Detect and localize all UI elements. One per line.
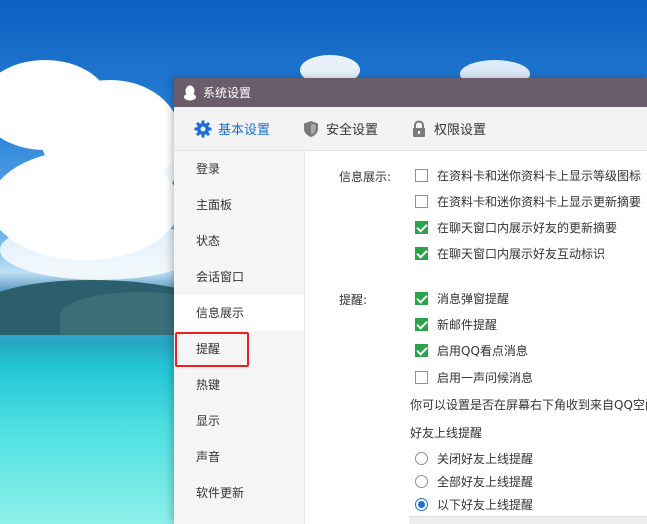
tab-security-settings[interactable]: 安全设置: [302, 119, 378, 138]
lock-icon: [410, 119, 428, 138]
checkbox[interactable]: [415, 169, 428, 182]
sidebar-item-reminder[interactable]: 提醒: [174, 331, 304, 367]
friend-online-title: 好友上线提醒: [410, 426, 483, 440]
sidebar-item-display[interactable]: 显示: [174, 403, 304, 439]
option-show-friend-update-in-chat[interactable]: 在聊天窗口内展示好友的更新摘要: [415, 219, 617, 236]
sidebar-item-main-panel[interactable]: 主面板: [174, 187, 304, 223]
option-message-popup[interactable]: 消息弹窗提醒: [415, 290, 509, 307]
qzone-hint-text: 你可以设置是否在屏幕右下角收到来自QQ空间: [410, 398, 647, 412]
option-show-update-summary-card[interactable]: 在资料卡和迷你资料卡上显示更新摘要: [415, 193, 641, 210]
option-greeting-message[interactable]: 启用一声问候消息: [415, 369, 533, 386]
radio-button[interactable]: [415, 475, 428, 488]
sidebar-item-login[interactable]: 登录: [174, 151, 304, 187]
sidebar-item-software-update[interactable]: 软件更新: [174, 475, 304, 511]
sidebar-item-chat-window[interactable]: 会话窗口: [174, 259, 304, 295]
option-show-level-icon[interactable]: 在资料卡和迷你资料卡上显示等级图标: [415, 167, 641, 184]
info-display-section-label: 信息展示:: [339, 170, 392, 184]
option-new-mail[interactable]: 新邮件提醒: [415, 316, 497, 333]
radio-all-friends-online-reminder[interactable]: 全部好友上线提醒: [415, 473, 533, 490]
settings-sidebar: 登录 主面板 状态 会话窗口 信息展示 提醒 热键 显示 声音 软件更新: [174, 151, 305, 524]
settings-window: 系统设置 基本设置 安全设置 权限设置 登录 主面板 状态 会话窗口 信息展示 …: [174, 78, 647, 524]
sidebar-item-sound[interactable]: 声音: [174, 439, 304, 475]
option-qq-kandian[interactable]: 启用QQ看点消息: [415, 342, 528, 359]
settings-content: 信息展示: 在资料卡和迷你资料卡上显示等级图标 在资料卡和迷你资料卡上显示更新摘…: [305, 151, 647, 524]
checkbox-checked[interactable]: [415, 247, 428, 260]
sidebar-item-hotkeys[interactable]: 热键: [174, 367, 304, 403]
checkbox-checked[interactable]: [415, 221, 428, 234]
sidebar-item-info-display[interactable]: 信息展示: [174, 295, 304, 331]
checkbox[interactable]: [415, 195, 428, 208]
radio-button-selected[interactable]: [415, 498, 428, 511]
tab-basic-settings[interactable]: 基本设置: [194, 119, 270, 138]
qq-penguin-icon: [183, 85, 197, 101]
tab-label: 安全设置: [326, 123, 379, 138]
tab-label: 权限设置: [434, 123, 487, 138]
sidebar-item-status[interactable]: 状态: [174, 223, 304, 259]
reminder-section-label: 提醒:: [339, 293, 368, 307]
checkbox-checked[interactable]: [415, 344, 428, 357]
shield-icon: [302, 120, 320, 138]
gear-icon: [194, 120, 212, 138]
option-show-interaction-badge[interactable]: 在聊天窗口内展示好友互动标识: [415, 245, 605, 262]
tab-label: 基本设置: [218, 123, 271, 138]
checkbox[interactable]: [415, 371, 428, 384]
radio-disable-online-reminder[interactable]: 关闭好友上线提醒: [415, 450, 533, 467]
settings-body: 登录 主面板 状态 会话窗口 信息展示 提醒 热键 显示 声音 软件更新 信息展…: [174, 151, 647, 524]
radio-button[interactable]: [415, 452, 428, 465]
friend-list-box-edge: [409, 516, 647, 524]
checkbox-checked[interactable]: [415, 292, 428, 305]
tab-permission-settings[interactable]: 权限设置: [410, 119, 486, 138]
radio-selected-friends-online-reminder[interactable]: 以下好友上线提醒: [415, 496, 533, 513]
window-title: 系统设置: [203, 86, 252, 100]
settings-tabbar: 基本设置 安全设置 权限设置: [174, 107, 647, 151]
window-titlebar[interactable]: 系统设置: [174, 78, 647, 107]
checkbox-checked[interactable]: [415, 318, 428, 331]
